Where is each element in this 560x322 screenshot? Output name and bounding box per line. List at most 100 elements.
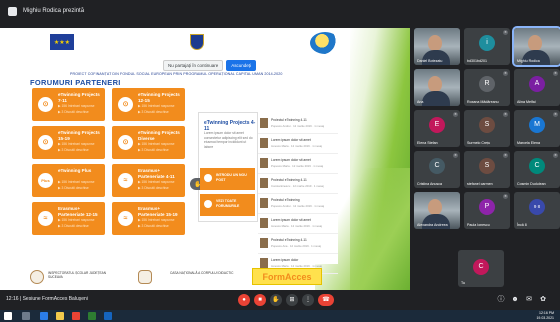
participant-name: Daniel Botezatu <box>417 59 443 63</box>
etwinning-icon: ⊙ <box>38 135 53 150</box>
system-clock: 12:16 PM 19.03.2021 <box>536 311 554 320</box>
edge-icon[interactable] <box>40 312 48 320</box>
chat-icon[interactable]: ✉ <box>524 295 534 305</box>
post-title: Lorem ipsum dolor <box>271 258 299 262</box>
forum-card-stat: ▶ 3 Discutii deschise <box>138 148 169 152</box>
formacces-logo: FormAcces <box>252 268 322 285</box>
participant-tile[interactable]: M ✕ Marcela Elena <box>514 110 560 147</box>
forum-card[interactable]: ⊙ eTwinning Projects 7-11 ▶ 156 Intrebar… <box>32 88 105 121</box>
forum-card-stat: ▶ 156 Intrebari raspunse <box>138 218 175 222</box>
slide-header: ★★★ Nu partajați în continuare Ascundeți <box>20 32 350 72</box>
word-icon[interactable] <box>104 312 112 320</box>
post-title: Proiectul eTwinning 4-11 <box>271 238 307 242</box>
self-label: Tu <box>461 281 466 285</box>
forum-card-stat: ▶ 3 Discutii deschise <box>58 148 89 152</box>
new-post-button[interactable]: INTRODU UN NOU POST <box>200 168 255 190</box>
post-icon <box>204 174 212 182</box>
meeting-controls-bar: 12:16 | Sesiune FormAcces Balușeni ● ■ ✋… <box>0 290 560 310</box>
people-icon[interactable]: ☻ <box>510 295 520 305</box>
camera-off-icon[interactable]: ■ <box>254 294 266 306</box>
all-forums-button[interactable]: VEZI TOATE FORUMURILE <box>200 194 255 216</box>
participant-tile[interactable]: Daniel Botezatu <box>414 28 460 65</box>
avatar: 9 8 <box>529 199 545 215</box>
hide-button[interactable]: Ascundeți <box>226 60 257 71</box>
forum-card[interactable]: Plus eTwinning Plus ▶ 156 Intrebari rasp… <box>32 164 105 197</box>
participant-tile[interactable]: E ✕ Elena Stefan <box>414 110 460 147</box>
self-tile[interactable]: C Tu <box>458 250 504 287</box>
folder-icon[interactable] <box>56 312 64 320</box>
info-icon[interactable]: ⓘ <box>496 295 506 305</box>
excel-icon[interactable] <box>88 312 96 320</box>
avatar: S <box>479 158 495 174</box>
forum-card-title: eTwinning Plus <box>58 168 92 173</box>
forum-card-stat: ▶ 156 Intrebari raspunse <box>58 142 95 146</box>
erasmus-icon: ≈ <box>38 211 53 226</box>
windows-start-icon[interactable] <box>4 312 12 320</box>
post-title: Lorem ipsum dolor sit amet <box>271 138 311 142</box>
mic-off-icon[interactable]: ● <box>238 294 250 306</box>
avatar: E <box>429 117 445 133</box>
forum-card-stat: ▶ 3 Discutii deschise <box>58 186 89 190</box>
participant-name: bd301bd201 <box>467 59 487 63</box>
ro-program-logo-icon <box>310 32 340 54</box>
participant-tile[interactable]: Ana <box>414 69 460 106</box>
list-item[interactable]: Proiectul eTwinning 4-11 Popescu Andrei ·… <box>258 114 338 134</box>
forum-card[interactable]: ⊙ eTwinning Projects 15-19 ▶ 156 Intreba… <box>32 126 105 159</box>
mic-muted-icon: ✕ <box>553 112 558 117</box>
post-meta: Popescu Maria · 12 martie 2019 · 1 mesaj <box>271 164 324 168</box>
list-item[interactable]: Lorem ipsum dolor sit amet Ionescu Maria … <box>258 134 338 154</box>
forum-card[interactable]: ⊙ eTwinning Projects 12-15 ▶ 156 Intreba… <box>112 88 185 121</box>
participant-tile[interactable]: S ✕ Surmelo Crețu <box>464 110 510 147</box>
participant-tile[interactable]: i ✕ bd301bd201 <box>464 28 510 65</box>
post-meta: Popescu Ana · 12 martie 2019 · 1 mesaj <box>271 244 321 248</box>
list-item[interactable]: Lorem ipsum dolor sit amet Ionescu Maria … <box>258 214 338 234</box>
mic-muted-icon: ✕ <box>503 30 508 35</box>
participant-tile[interactable]: P ✕ Paula Ionescu <box>464 192 510 229</box>
forum-card[interactable]: ≈ Erasmus+ Parteneriate 4-11 ▶ 156 Intre… <box>112 164 185 197</box>
present-icon[interactable]: ⊞ <box>286 294 298 306</box>
participant-tile[interactable]: Alexandra Andreea <box>414 192 460 229</box>
mic-muted-icon: ✕ <box>453 153 458 158</box>
stop-sharing-button[interactable]: Nu partajați în continuare <box>163 60 224 71</box>
participant-tile[interactable]: C ✕ Cosmin Dudulean <box>514 151 560 188</box>
list-item[interactable]: Proiectul eTwinning 4-11 Popescu Ana · 12… <box>258 234 338 254</box>
avatar: C <box>473 259 489 275</box>
list-item[interactable]: Lorem ipsum dolor sit amet Popescu Maria … <box>258 154 338 174</box>
participant-tile[interactable]: R ✕ Roxana Mădăreanu <box>464 69 510 106</box>
post-thumbnail <box>260 138 268 148</box>
forum-card[interactable]: ≈ Erasmus+ Parteneriate 15-19 ▶ 156 Intr… <box>112 202 185 235</box>
more-options-icon[interactable]: ⋮ <box>302 294 314 306</box>
avatar: C <box>429 158 445 174</box>
activities-icon[interactable]: ✿ <box>538 295 548 305</box>
search-icon[interactable] <box>22 312 30 320</box>
all-forums-label: VEZI TOATE FORUMURILE <box>216 199 240 208</box>
participant-tile[interactable]: A ✕ Alina Melfai <box>514 69 560 106</box>
forum-card-title: eTwinning Projects 7-11 <box>58 92 100 103</box>
more-participants-tile[interactable]: 9 8 Încă 8 <box>514 192 560 229</box>
raise-hand-icon[interactable]: ✋ <box>270 294 282 306</box>
book-heart-icon <box>138 270 152 284</box>
avatar: A <box>529 76 545 92</box>
participant-name: Elena Stefan <box>417 141 438 145</box>
clock-time: 12:16 PM <box>539 311 554 315</box>
list-item[interactable]: Proiectul eTwinning 4-11 Constantinescu ·… <box>258 174 338 194</box>
post-thumbnail <box>260 158 268 168</box>
participant-tile[interactable]: C ✕ Cristina Anusca <box>414 151 460 188</box>
list-item[interactable]: Proiectul eTwinning Popescu Andrei · 12 m… <box>258 194 338 214</box>
participant-tile[interactable]: Mighiu Rodica <box>512 26 560 67</box>
forum-card[interactable]: ⊙ eTwinning Projects Diverse ▶ 156 Intre… <box>112 126 185 159</box>
participant-name: Surmelo Crețu <box>467 141 491 145</box>
post-title: Proiectul eTwinning 4-11 <box>271 178 307 182</box>
forum-card-stat: ▶ 156 Intrebari raspunse <box>58 104 95 108</box>
participant-name: Alina Melfai <box>517 100 536 104</box>
avatar: S <box>479 117 495 133</box>
forum-card-title: eTwinning Projects 15-19 <box>58 130 100 141</box>
forum-card[interactable]: ≈ Erasmus+ Parteneriate 12-15 ▶ 156 Intr… <box>32 202 105 235</box>
participant-tile[interactable]: S ✕ stefanel carmen <box>464 151 510 188</box>
end-call-button[interactable]: ☎ <box>318 294 334 306</box>
avatar: M <box>529 117 545 133</box>
participant-name: stefanel carmen <box>467 182 493 186</box>
mic-muted-icon: ✕ <box>503 71 508 76</box>
chrome-icon[interactable] <box>72 312 80 320</box>
post-title: Proiectul eTwinning 4-11 <box>271 118 307 122</box>
